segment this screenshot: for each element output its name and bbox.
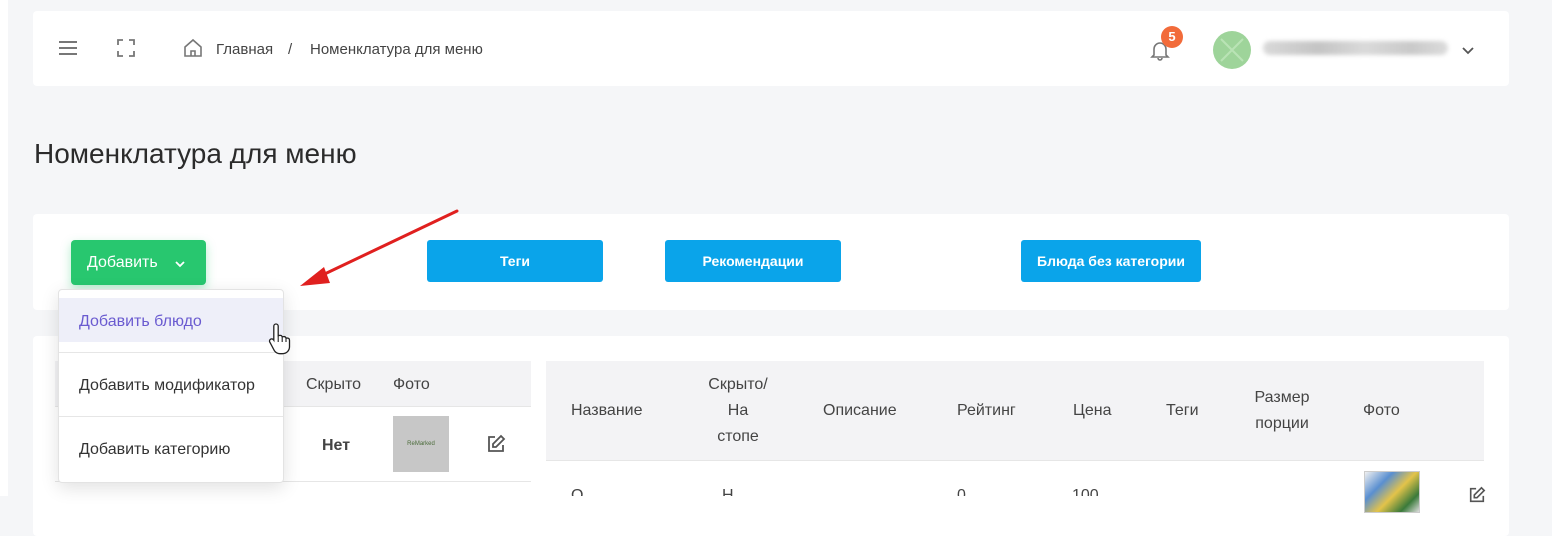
column-header-photo[interactable]: Фото [393, 376, 430, 394]
column-header-tags[interactable]: Теги [1166, 398, 1199, 424]
header-line: Размер [1254, 389, 1310, 406]
annotation-arrow [300, 209, 459, 286]
header-line: Скрыто/ [708, 376, 768, 393]
dish-price-cell: 100 [1072, 488, 1099, 496]
top-navbar: Главная / Номенклатура для меню 5 [33, 11, 1509, 86]
add-button-label: Добавить [87, 254, 158, 271]
header-line: стопе [717, 428, 759, 445]
dish-rating-cell: 0 [957, 488, 966, 496]
breadcrumb-home[interactable]: Главная [216, 41, 273, 58]
column-header-hidden[interactable]: Скрыто [306, 376, 361, 394]
menu-item-label: Добавить блюдо [79, 313, 202, 330]
chevron-down-icon [175, 261, 185, 268]
fullscreen-icon[interactable] [117, 39, 135, 57]
column-header-name[interactable]: Название [571, 398, 643, 424]
row-divider [546, 460, 1484, 461]
uncategorized-dishes-button[interactable]: Блюда без категории [1021, 240, 1201, 282]
category-photo-thumbnail[interactable]: ReMarked [393, 416, 449, 472]
menu-icon[interactable] [59, 41, 77, 55]
edit-icon[interactable] [1468, 486, 1486, 504]
menu-divider [59, 416, 283, 417]
dish-name-cell: О [571, 488, 583, 496]
menu-item-label: Добавить категорию [79, 441, 231, 458]
column-header-photo[interactable]: Фото [1363, 398, 1400, 424]
header-line: порции [1255, 415, 1309, 432]
hidden-value: Нет [322, 437, 351, 454]
breadcrumb-current: Номенклатура для меню [310, 41, 483, 58]
left-edge [0, 0, 8, 496]
menu-item-label: Добавить модификатор [79, 377, 255, 394]
add-dropdown-button[interactable]: Добавить [71, 240, 206, 285]
menu-item-add-category[interactable]: Добавить категорию [59, 426, 283, 470]
edit-icon[interactable] [486, 434, 506, 454]
header-line: На [727, 402, 749, 419]
recommendations-button[interactable]: Рекомендации [665, 240, 841, 282]
dish-hidden-cell: Н [722, 488, 734, 496]
home-icon[interactable] [183, 38, 203, 58]
notification-badge[interactable]: 5 [1161, 26, 1183, 48]
add-dropdown-menu: Добавить блюдо Добавить модификатор Доба… [58, 289, 284, 483]
page-title: Номенклатура для меню [34, 138, 357, 169]
user-name-blurred[interactable] [1263, 41, 1448, 55]
thumbnail-logo-text: ReMarked [407, 441, 435, 447]
dish-photo-thumbnail[interactable] [1364, 471, 1420, 513]
chevron-down-icon[interactable] [1461, 43, 1475, 57]
column-header-hidden-stop[interactable]: Скрыто/ На стопе [698, 372, 778, 450]
column-header-portion-size[interactable]: Размер порции [1242, 385, 1322, 437]
avatar[interactable] [1213, 31, 1251, 69]
column-header-rating[interactable]: Рейтинг [957, 398, 1016, 424]
menu-divider [59, 352, 283, 353]
column-header-description[interactable]: Описание [823, 398, 897, 424]
breadcrumb-separator: / [288, 41, 293, 58]
column-header-price[interactable]: Цена [1073, 398, 1111, 424]
hand-cursor-icon [268, 323, 291, 355]
menu-item-add-modifier[interactable]: Добавить модификатор [59, 362, 283, 406]
menu-item-add-dish[interactable]: Добавить блюдо [59, 298, 283, 342]
